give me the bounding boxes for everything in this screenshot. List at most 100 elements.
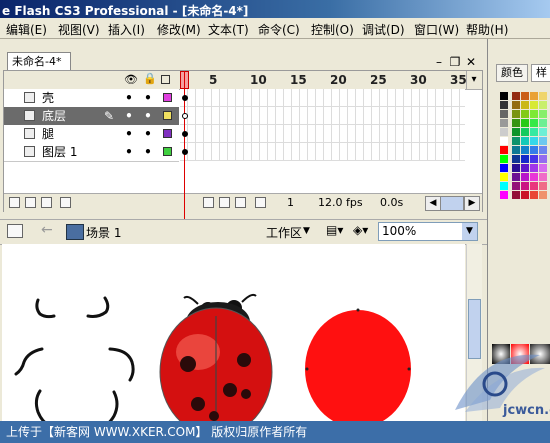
timeline-menu-icon[interactable]: ▾ (466, 71, 481, 89)
color-swatch[interactable] (512, 119, 520, 127)
color-swatch[interactable] (539, 191, 547, 199)
color-swatch[interactable] (530, 182, 538, 190)
color-swatch[interactable] (530, 155, 538, 163)
color-swatch[interactable] (500, 164, 508, 172)
menu-control[interactable]: 控制(O) (311, 21, 354, 38)
eye-icon[interactable]: 👁 (124, 73, 138, 86)
color-swatch[interactable] (500, 128, 508, 136)
lock-dot[interactable]: • (143, 89, 153, 107)
keyframe-dot[interactable] (182, 95, 188, 101)
color-swatch[interactable] (530, 119, 538, 127)
color-swatch[interactable] (500, 182, 508, 190)
color-swatch[interactable] (530, 146, 538, 154)
minimize-icon[interactable]: – (433, 56, 445, 68)
edit-scene-icon[interactable]: ◈▾ (353, 223, 373, 240)
color-swatch[interactable] (539, 155, 547, 163)
color-swatch[interactable] (521, 137, 529, 145)
color-swatch[interactable] (530, 128, 538, 136)
color-swatch[interactable] (539, 128, 547, 136)
color-swatch[interactable] (539, 164, 547, 172)
menu-view[interactable]: 视图(V) (58, 21, 100, 38)
onion-skin-icon[interactable] (203, 197, 214, 208)
color-swatch[interactable] (521, 191, 529, 199)
color-swatch[interactable] (512, 128, 520, 136)
scroll-left-icon[interactable]: ◀ (425, 196, 441, 211)
new-layer-icon[interactable] (9, 197, 20, 208)
close-icon[interactable]: ✕ (465, 56, 477, 68)
visibility-dot[interactable]: • (124, 143, 134, 161)
color-swatch[interactable] (500, 146, 508, 154)
color-swatch[interactable] (512, 182, 520, 190)
visibility-dot[interactable]: • (124, 125, 134, 143)
color-swatch[interactable] (539, 110, 547, 118)
color-swatch[interactable] (512, 146, 520, 154)
visibility-dot[interactable]: • (124, 89, 134, 107)
stage[interactable] (2, 244, 465, 442)
color-swatch[interactable] (500, 137, 508, 145)
color-swatch[interactable] (539, 137, 547, 145)
onion-outline-icon[interactable] (219, 197, 230, 208)
chevron-down-icon[interactable]: ▼ (462, 223, 477, 240)
layer-row[interactable]: 腿 • • (4, 125, 188, 144)
restore-icon[interactable]: ❐ (449, 56, 461, 68)
menu-modify[interactable]: 修改(M) (157, 21, 201, 38)
color-swatch[interactable] (500, 110, 508, 118)
timeline-toggle-icon[interactable] (7, 224, 23, 238)
color-swatch[interactable] (500, 101, 508, 109)
edit-multiple-icon[interactable] (235, 197, 246, 208)
layer-outline-color[interactable] (163, 147, 172, 156)
keyframe-dot[interactable] (182, 113, 188, 119)
color-swatch[interactable] (521, 101, 529, 109)
color-swatch[interactable] (530, 137, 538, 145)
motion-guide-icon[interactable] (25, 197, 36, 208)
color-swatch[interactable] (521, 155, 529, 163)
color-swatch[interactable] (521, 119, 529, 127)
new-folder-icon[interactable] (41, 197, 52, 208)
workspace-dropdown[interactable]: 工作区 (266, 224, 302, 241)
color-swatch[interactable] (530, 164, 538, 172)
color-swatch[interactable] (530, 110, 538, 118)
lock-dot[interactable]: • (143, 107, 153, 125)
color-swatch[interactable] (539, 92, 547, 100)
tab-color[interactable]: 颜色 (496, 64, 528, 82)
color-swatch[interactable] (539, 182, 547, 190)
document-tab[interactable]: 未命名-4* (7, 52, 71, 70)
menu-window[interactable]: 窗口(W) (414, 21, 459, 38)
menu-commands[interactable]: 命令(C) (258, 21, 300, 38)
outline-icon[interactable] (161, 75, 170, 84)
menu-help[interactable]: 帮助(H) (466, 21, 508, 38)
tab-swatches[interactable]: 样 (531, 64, 550, 82)
color-swatch[interactable] (512, 164, 520, 172)
color-swatch[interactable] (500, 155, 508, 163)
delete-layer-icon[interactable] (60, 197, 71, 208)
color-swatch[interactable] (500, 191, 508, 199)
menu-debug[interactable]: 调试(D) (362, 21, 405, 38)
color-swatch[interactable] (530, 191, 538, 199)
color-swatch[interactable] (512, 137, 520, 145)
frames-grid[interactable] (180, 89, 465, 161)
color-swatch[interactable] (500, 173, 508, 181)
color-swatch[interactable] (539, 173, 547, 181)
color-swatch[interactable] (521, 128, 529, 136)
color-swatch[interactable] (530, 173, 538, 181)
swatch-grid[interactable] (500, 92, 550, 202)
color-swatch[interactable] (512, 191, 520, 199)
layer-outline-color[interactable] (163, 129, 172, 138)
edit-symbol-icon[interactable]: ▤▾ (326, 223, 346, 240)
color-swatch[interactable] (539, 101, 547, 109)
color-swatch[interactable] (539, 119, 547, 127)
color-swatch[interactable] (521, 92, 529, 100)
menu-insert[interactable]: 插入(I) (108, 21, 145, 38)
color-swatch[interactable] (512, 155, 520, 163)
modify-markers-icon[interactable] (255, 197, 266, 208)
layer-outline-color[interactable] (163, 93, 172, 102)
color-swatch[interactable] (521, 173, 529, 181)
color-swatch[interactable] (521, 182, 529, 190)
color-swatch[interactable] (530, 101, 538, 109)
layer-row[interactable]: 底层 ✎ • • (4, 107, 188, 126)
layer-outline-color[interactable] (163, 111, 172, 120)
layer-row[interactable]: 图层 1 • • (4, 143, 188, 162)
back-arrow-icon[interactable]: ← (41, 222, 53, 238)
color-swatch[interactable] (512, 101, 520, 109)
color-swatch[interactable] (512, 110, 520, 118)
